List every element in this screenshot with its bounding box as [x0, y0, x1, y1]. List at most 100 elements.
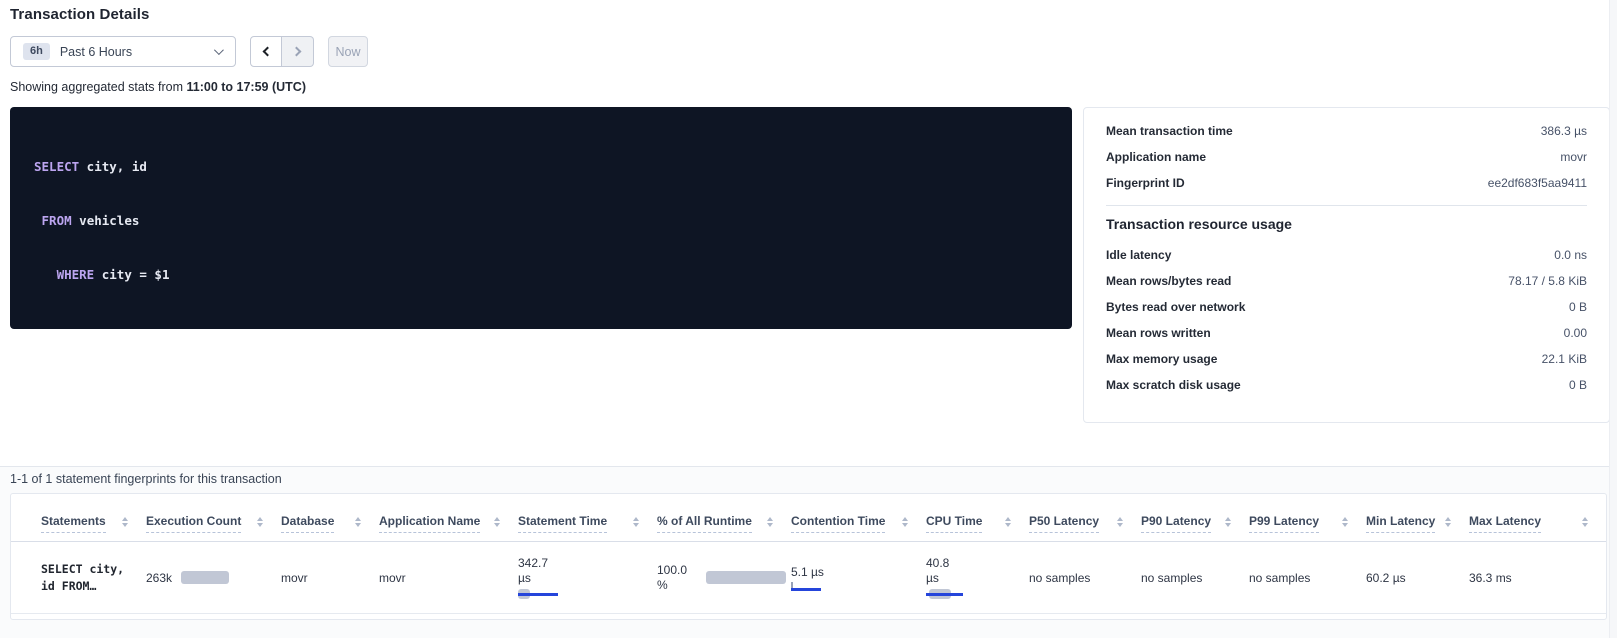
- sort-icon: [1005, 517, 1011, 527]
- pct-runtime-cell: 100.0 %: [657, 563, 791, 593]
- idle-latency-value: 0.0 ns: [1554, 248, 1587, 262]
- sort-icon: [902, 517, 908, 527]
- sql-line: WHERE city = $1: [34, 266, 1048, 284]
- sort-icon: [1445, 517, 1451, 527]
- sort-icon: [1342, 517, 1348, 527]
- sort-icon: [494, 517, 500, 527]
- statement-link[interactable]: SELECT city,id FROM…: [41, 561, 146, 595]
- mean-transaction-time-label: Mean transaction time: [1106, 124, 1233, 138]
- sort-icon: [355, 517, 361, 527]
- max-memory-usage-label: Max memory usage: [1106, 352, 1217, 366]
- aggregation-range-prefix: Showing aggregated stats from: [10, 80, 187, 94]
- max-latency-cell: 36.3 ms: [1469, 571, 1606, 585]
- mean-transaction-time-value: 386.3 µs: [1541, 124, 1587, 138]
- col-header-p99-latency[interactable]: P99 Latency: [1249, 514, 1366, 533]
- statements-section: 1-1 of 1 statement fingerprints for this…: [0, 466, 1617, 638]
- max-scratch-disk-usage-label: Max scratch disk usage: [1106, 378, 1241, 392]
- mean-rows-written-value: 0.00: [1564, 326, 1587, 340]
- summary-row: Fingerprint ID ee2df683f5aa9411: [1106, 176, 1587, 193]
- contention-time-cell: 5.1 µs: [791, 565, 926, 591]
- sql-keyword: WHERE: [57, 267, 95, 282]
- p50-latency-cell: no samples: [1029, 571, 1141, 585]
- time-range-dropdown[interactable]: 6h Past 6 Hours: [10, 36, 236, 67]
- sql-text: city = $1: [94, 267, 169, 282]
- aggregation-range-text: Showing aggregated stats from 11:00 to 1…: [10, 80, 306, 94]
- bytes-read-over-network-value: 0 B: [1569, 300, 1587, 314]
- statement-time-bar-chart: [518, 589, 558, 599]
- pct-runtime-bar: [706, 571, 786, 584]
- mean-rows-written-label: Mean rows written: [1106, 326, 1211, 340]
- chevron-left-icon: [263, 47, 273, 57]
- sort-icon: [1225, 517, 1231, 527]
- summary-row: Bytes read over network 0 B: [1106, 300, 1587, 317]
- statements-table: Statements Execution Count Database Appl…: [10, 493, 1607, 620]
- time-range-badge: 6h: [23, 43, 50, 60]
- chevron-down-icon: [214, 45, 224, 55]
- cpu-time-bar-chart: [926, 589, 963, 599]
- now-button[interactable]: Now: [328, 36, 368, 67]
- sort-icon: [1117, 517, 1123, 527]
- sql-line: FROM vehicles: [34, 212, 1048, 230]
- statement-fingerprints-count: 1-1 of 1 statement fingerprints for this…: [10, 472, 282, 486]
- bytes-read-over-network-label: Bytes read over network: [1106, 300, 1245, 314]
- execution-count-bar: [181, 571, 229, 584]
- aggregation-range-value: 11:00 to 17:59 (UTC): [187, 80, 306, 94]
- col-header-execution-count[interactable]: Execution Count: [146, 514, 281, 533]
- col-header-cpu-time[interactable]: CPU Time: [926, 514, 1029, 533]
- col-header-p90-latency[interactable]: P90 Latency: [1141, 514, 1249, 533]
- sort-icon: [767, 517, 773, 527]
- idle-latency-label: Idle latency: [1106, 248, 1171, 262]
- transaction-summary-card: Mean transaction time 386.3 µs Applicati…: [1083, 107, 1610, 423]
- prev-time-range-button[interactable]: [250, 36, 282, 67]
- statement-time-cell: 342.7 µs: [518, 556, 657, 599]
- sql-keyword: FROM: [42, 213, 72, 228]
- sort-icon: [633, 517, 639, 527]
- sql-keyword: SELECT: [34, 159, 79, 174]
- application-name-cell: movr: [379, 571, 518, 585]
- col-header-pct-of-all-runtime[interactable]: % of All Runtime: [657, 514, 791, 533]
- sql-statement-box: SELECT city, id FROM vehicles WHERE city…: [10, 107, 1072, 329]
- resource-usage-heading: Transaction resource usage: [1106, 216, 1587, 232]
- min-latency-cell: 60.2 µs: [1366, 571, 1469, 585]
- col-header-statement-time[interactable]: Statement Time: [518, 514, 657, 533]
- col-header-statements[interactable]: Statements: [41, 514, 146, 533]
- scrollbar-gutter[interactable]: [1609, 0, 1617, 638]
- sort-icon: [257, 517, 263, 527]
- fingerprint-id-label: Fingerprint ID: [1106, 176, 1185, 190]
- summary-row: Max scratch disk usage 0 B: [1106, 378, 1587, 395]
- col-header-database[interactable]: Database: [281, 514, 379, 533]
- database-cell: movr: [281, 571, 379, 585]
- statements-table-header: Statements Execution Count Database Appl…: [11, 494, 1606, 542]
- sort-icon: [122, 517, 128, 527]
- sql-line: SELECT city, id: [34, 158, 1048, 176]
- next-time-range-button[interactable]: [282, 36, 314, 67]
- col-header-p50-latency[interactable]: P50 Latency: [1029, 514, 1141, 533]
- mean-rows-bytes-read-label: Mean rows/bytes read: [1106, 274, 1231, 288]
- summary-row: Idle latency 0.0 ns: [1106, 248, 1587, 265]
- summary-row: Mean rows/bytes read 78.17 / 5.8 KiB: [1106, 274, 1587, 291]
- cpu-time-cell: 40.8 µs: [926, 556, 1029, 599]
- summary-row: Mean rows written 0.00: [1106, 326, 1587, 343]
- execution-count-cell: 263k: [146, 571, 281, 585]
- time-nav-button-group: [250, 36, 314, 67]
- summary-row: Application name movr: [1106, 150, 1587, 167]
- col-header-contention-time[interactable]: Contention Time: [791, 514, 926, 533]
- max-memory-usage-value: 22.1 KiB: [1542, 352, 1587, 366]
- application-name-value: movr: [1560, 150, 1587, 164]
- max-scratch-disk-usage-value: 0 B: [1569, 378, 1587, 392]
- page-title: Transaction Details: [10, 6, 149, 23]
- col-header-max-latency[interactable]: Max Latency: [1469, 514, 1606, 533]
- summary-row: Max memory usage 22.1 KiB: [1106, 352, 1587, 369]
- summary-divider: [1106, 205, 1587, 206]
- summary-row: Mean transaction time 386.3 µs: [1106, 124, 1587, 141]
- contention-time-bar-chart: [791, 582, 821, 591]
- col-header-min-latency[interactable]: Min Latency: [1366, 514, 1469, 533]
- statement-row: SELECT city,id FROM… 263k movr movr 342.…: [11, 542, 1606, 614]
- sort-icon: [1582, 517, 1588, 527]
- chevron-right-icon: [291, 47, 301, 57]
- fingerprint-id-value: ee2df683f5aa9411: [1488, 176, 1587, 190]
- p90-latency-cell: no samples: [1141, 571, 1249, 585]
- col-header-application-name[interactable]: Application Name: [379, 514, 518, 533]
- sql-text: vehicles: [72, 213, 140, 228]
- time-range-label: Past 6 Hours: [60, 45, 214, 59]
